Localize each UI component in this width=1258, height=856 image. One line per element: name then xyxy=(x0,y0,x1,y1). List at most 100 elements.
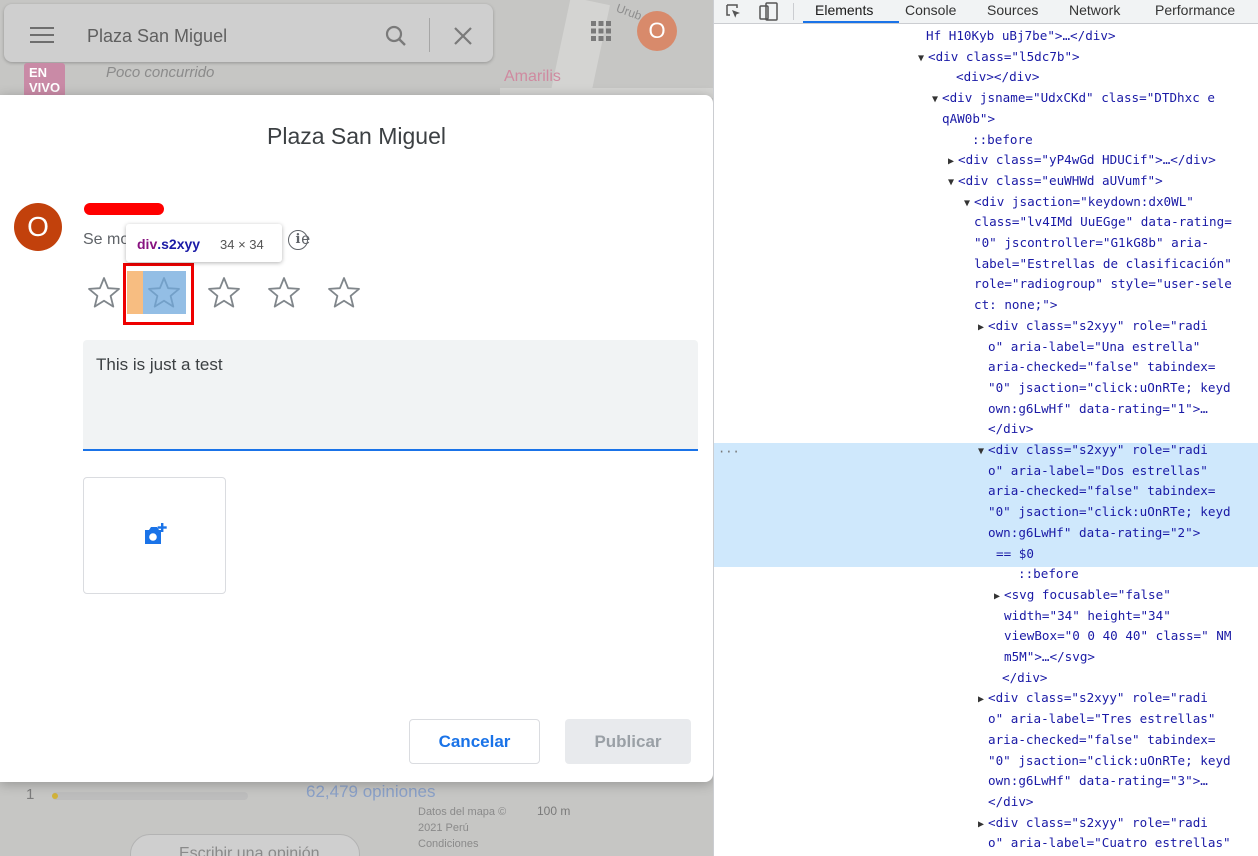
dom-node-line[interactable]: ▶ <div class="s2xyy" role="radi xyxy=(978,812,1208,833)
write-review-button[interactable]: Escribir una opinión xyxy=(130,834,360,856)
collapse-triangle-icon[interactable]: ▼ xyxy=(948,172,958,193)
inspect-element-icon[interactable] xyxy=(724,2,744,22)
dom-node-line[interactable]: ▼ <div class="euWHWd aUVumf"> xyxy=(948,170,1163,191)
dom-node-text: <div class="s2xyy" role="radi xyxy=(988,814,1208,830)
collapse-triangle-icon[interactable]: ▼ xyxy=(964,193,974,214)
dom-node-line[interactable]: qAW0b"> xyxy=(942,108,995,129)
dom-node-line[interactable]: <div></div> xyxy=(956,66,1039,87)
dom-node-text: qAW0b"> xyxy=(942,110,996,126)
dom-node-line[interactable]: label="Estrellas de clasificación" xyxy=(974,253,1232,274)
dom-node-line[interactable]: ▶ <div class="s2xyy" role="radi xyxy=(978,687,1208,708)
expand-triangle-icon[interactable]: ▶ xyxy=(978,689,988,710)
account-avatar[interactable]: O xyxy=(637,11,677,51)
dom-node-text: own:g6LwHf" data-rating="1">… xyxy=(988,400,1208,416)
write-review-label: Escribir una opinión xyxy=(179,845,320,856)
dom-node-line[interactable]: ::before xyxy=(1018,563,1079,584)
dom-node-line[interactable]: ct: none;"> xyxy=(974,294,1057,315)
dom-node-line[interactable]: </div> xyxy=(1002,667,1048,688)
collapse-triangle-icon[interactable]: ▼ xyxy=(978,441,988,462)
dom-node-line[interactable]: o" aria-label="Una estrella" xyxy=(988,336,1200,357)
dom-node-line[interactable]: ▶ <div class="s2xyy" role="radi xyxy=(978,315,1208,336)
dom-node-line[interactable]: ▼ <div class="s2xyy" role="radi xyxy=(978,439,1208,460)
tab-elements[interactable]: Elements xyxy=(815,2,873,18)
dom-node-text: "0" jsaction="click:uOnRTe; keyd xyxy=(988,504,1231,520)
tab-performance[interactable]: Performance xyxy=(1155,2,1235,18)
dom-node-text: aria-checked="false" tabindex= xyxy=(988,731,1216,747)
dialog-title: Plaza San Miguel xyxy=(267,123,446,149)
dom-node-line[interactable]: "0" jsaction="click:uOnRTe; keyd xyxy=(988,750,1231,771)
reviews-count-link[interactable]: 62,479 opiniones xyxy=(306,782,436,802)
search-icon[interactable] xyxy=(384,24,408,48)
dom-node-text: <div class="s2xyy" role="radi xyxy=(988,317,1208,333)
dom-node-line[interactable]: own:g6LwHf" data-rating="3">… xyxy=(988,770,1208,791)
dom-node-text: aria-checked="false" tabindex= xyxy=(988,359,1216,375)
star-rating-5[interactable] xyxy=(324,273,364,313)
tooltip-selector: div.s2xyy xyxy=(137,236,201,252)
add-photo-button[interactable] xyxy=(83,477,226,594)
collapse-triangle-icon[interactable]: ▼ xyxy=(918,48,928,69)
dom-node-line[interactable]: own:g6LwHf" data-rating="1">… xyxy=(988,398,1208,419)
dom-node-line[interactable]: aria-checked="false" tabindex= xyxy=(988,729,1215,750)
dom-node-line[interactable]: width="34" height="34" xyxy=(1004,605,1171,626)
dom-node-line[interactable]: aria-checked="false" tabindex= xyxy=(988,480,1215,501)
publish-button[interactable]: Publicar xyxy=(565,719,691,764)
apps-grid-icon[interactable] xyxy=(590,20,612,42)
dom-node-text: "0" jsaction="click:uOnRTe; keyd xyxy=(988,752,1231,768)
tab-console[interactable]: Console xyxy=(905,2,956,18)
star-rating-4[interactable] xyxy=(264,273,304,313)
dom-node-line[interactable]: ▼ <div class="l5dc7b"> xyxy=(918,46,1080,67)
close-icon[interactable] xyxy=(452,25,474,47)
dom-node-line[interactable]: ▶ <div class="yP4wGd HDUCif">…</div> xyxy=(948,149,1216,170)
map-place-label[interactable]: Amarilis xyxy=(504,68,561,86)
dom-node-line[interactable]: ▼ <div jsname="UdxCKd" class="DTDhxc e xyxy=(932,87,1215,108)
dom-node-text: "0" jscontroller="G1kG8b" aria- xyxy=(974,235,1210,250)
dom-node-line[interactable]: viewBox="0 0 40 40" class=" NM xyxy=(1004,625,1231,646)
dom-node-line[interactable]: m5M">…</svg> xyxy=(1004,646,1095,667)
dom-node-line[interactable]: aria-checked="false" tabindex= xyxy=(988,356,1215,377)
dom-node-line[interactable]: ::before xyxy=(972,129,1033,150)
expand-triangle-icon[interactable]: ▶ xyxy=(994,586,1004,607)
star-outline-icon xyxy=(328,277,360,308)
dom-node-line[interactable]: o" aria-label="Cuatro estrellas" xyxy=(988,832,1231,853)
review-textarea[interactable]: This is just a test xyxy=(83,340,698,451)
dom-node-line[interactable]: "0" jscontroller="G1kG8b" aria- xyxy=(974,232,1209,253)
dom-node-line[interactable]: class="lv4IMd UuEGge" data-rating= xyxy=(974,211,1232,232)
dom-node-text: <div class="yP4wGd HDUCif">…</div> xyxy=(958,152,1216,168)
star-rating-3[interactable] xyxy=(204,273,244,313)
node-actions-ellipsis[interactable]: ··· xyxy=(718,445,740,459)
device-toolbar-icon[interactable] xyxy=(758,2,780,22)
annotation-red-box xyxy=(123,263,194,325)
dom-node-text: m5M">…</svg> xyxy=(1004,649,1095,664)
expand-triangle-icon[interactable]: ▶ xyxy=(978,317,988,338)
dom-node-line[interactable]: "0" jsaction="click:uOnRTe; keyd xyxy=(988,377,1231,398)
dom-node-text: </div> xyxy=(1002,669,1048,685)
star-rating-1[interactable] xyxy=(84,273,124,313)
dom-node-line[interactable]: o" aria-label="Dos estrellas" xyxy=(988,460,1208,481)
dom-node-line[interactable]: ▼ <div jsaction="keydown:dx0WL" xyxy=(964,191,1194,212)
dom-node-line[interactable]: role="radiogroup" style="user-sele xyxy=(974,273,1232,294)
dom-tree: ··· Hf H10Kyb uBj7be">…</div> ▼ <div class… xyxy=(714,25,1258,856)
dom-node-line[interactable]: own:g6LwHf" data-rating="2"> xyxy=(988,522,1200,543)
dom-node-text: ::before xyxy=(1018,566,1079,582)
dom-node-text: <div class="s2xyy" role="radi xyxy=(988,442,1208,457)
expand-triangle-icon[interactable]: ▶ xyxy=(978,814,988,835)
collapse-triangle-icon[interactable]: ▼ xyxy=(932,89,942,110)
search-input[interactable]: Plaza San Miguel xyxy=(87,26,227,47)
dom-node-line[interactable]: </div> xyxy=(988,791,1034,812)
tab-sources[interactable]: Sources xyxy=(987,2,1038,18)
dom-node-text: <div class="s2xyy" role="radi xyxy=(988,690,1208,706)
dom-node-text: <div class="euWHWd aUVumf"> xyxy=(958,172,1163,188)
dom-node-line[interactable]: Hf H10Kyb uBj7be">…</div> xyxy=(926,25,1116,46)
dom-node-text: <svg focusable="false" xyxy=(1004,586,1171,602)
dom-node-line[interactable]: == $0 xyxy=(996,543,1034,564)
tab-network[interactable]: Network xyxy=(1069,2,1120,18)
dom-node-line[interactable]: o" aria-label="Tres estrellas" xyxy=(988,708,1215,729)
dom-node-text: role="radiogroup" style="user-sele xyxy=(974,276,1232,292)
menu-icon[interactable] xyxy=(30,27,54,43)
dom-node-line[interactable]: ▶ <svg focusable="false" xyxy=(994,584,1171,605)
dom-node-line[interactable]: </div> xyxy=(988,418,1034,439)
cancel-button[interactable]: Cancelar xyxy=(409,719,540,764)
info-icon[interactable]: i xyxy=(288,230,308,250)
review-text: This is just a test xyxy=(96,355,223,374)
dom-node-line[interactable]: "0" jsaction="click:uOnRTe; keyd xyxy=(988,501,1231,522)
